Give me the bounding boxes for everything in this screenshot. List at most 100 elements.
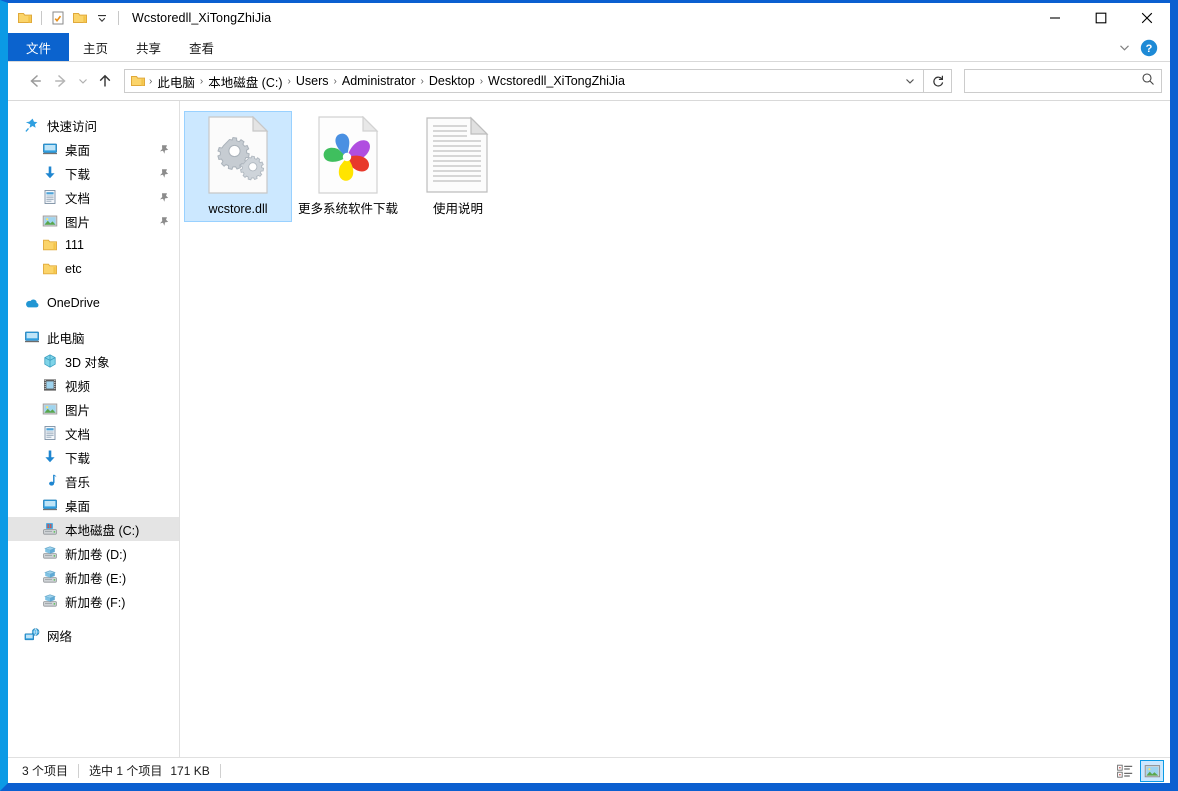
sidebar-item-volume-e[interactable]: 新加卷 (E:) [8, 565, 179, 589]
breadcrumb-item-desktop[interactable]: Desktop [425, 74, 479, 88]
breadcrumb-item-administrator[interactable]: Administrator [338, 74, 420, 88]
tab-share[interactable]: 共享 [122, 33, 175, 61]
tab-view[interactable]: 查看 [175, 33, 228, 61]
sidebar-item-pictures[interactable]: 图片 [8, 209, 179, 233]
address-bar[interactable]: › 此电脑 › 本地磁盘 (C:) › Users › Administrato… [124, 69, 924, 93]
sidebar-group-onedrive[interactable]: OneDrive [8, 291, 179, 315]
pin-icon[interactable] [157, 168, 171, 179]
sidebar-group-this-pc[interactable]: 此电脑 [8, 325, 179, 349]
refresh-button[interactable] [924, 69, 952, 93]
large-icons-view-icon[interactable] [1140, 760, 1164, 782]
window-title: Wcstoredll_XiTongZhiJia [132, 11, 272, 25]
pin-icon[interactable] [157, 144, 171, 155]
tab-file[interactable]: 文件 [8, 33, 70, 61]
sidebar-item-label: etc [65, 262, 82, 276]
network-icon [24, 627, 40, 643]
sidebar-item-pictures-pc[interactable]: 图片 [8, 397, 179, 421]
breadcrumb-item-current-folder[interactable]: Wcstoredll_XiTongZhiJia [484, 74, 629, 88]
file-item-readme[interactable]: 使用说明 [404, 111, 512, 222]
desktop-icon [42, 141, 58, 157]
ribbon-tab-bar: 文件 主页 共享 查看 ? [8, 33, 1170, 62]
selection-size: 171 KB [170, 763, 210, 778]
sidebar-item-111[interactable]: 111 [8, 233, 179, 257]
pinwheel-shortcut-icon [308, 115, 388, 195]
explorer-window: Wcstoredll_XiTongZhiJia 文件 主页 共享 查看 ? › … [0, 0, 1178, 791]
drive-icon [42, 569, 58, 585]
sidebar-item-downloads[interactable]: 下载 [8, 161, 179, 185]
sidebar-item-local-disk-c[interactable]: 本地磁盘 (C:) [8, 517, 179, 541]
title-bar: Wcstoredll_XiTongZhiJia [8, 3, 1170, 33]
sidebar-item-3d-objects[interactable]: 3D 对象 [8, 349, 179, 373]
window-controls [1032, 3, 1170, 33]
breadcrumb-item-this-pc[interactable]: 此电脑 [153, 72, 199, 91]
forward-button[interactable] [48, 68, 74, 94]
navigation-pane[interactable]: 快速访问 桌面 下载 文档 图片 111 etc OneDrive 此电脑 3D… [8, 101, 180, 757]
quick-access-toolbar [8, 3, 124, 33]
tab-home[interactable]: 主页 [69, 33, 122, 61]
sidebar-item-label: 文档 [65, 191, 91, 206]
breadcrumb-item-local-disk[interactable]: 本地磁盘 (C:) [204, 72, 286, 91]
sidebar-item-documents-pc[interactable]: 文档 [8, 421, 179, 445]
view-mode-buttons [1113, 758, 1164, 784]
address-dropdown-chevron-icon[interactable] [897, 70, 923, 92]
qat-separator-1 [41, 11, 42, 25]
sidebar-item-label: 新加卷 (D:) [65, 547, 127, 562]
up-button[interactable] [92, 68, 118, 94]
sidebar-item-etc[interactable]: etc [8, 257, 179, 281]
expand-ribbon-chevron-icon[interactable] [1112, 36, 1136, 60]
file-name: 使用说明 [432, 202, 483, 216]
sidebar-item-desktop-pc[interactable]: 桌面 [8, 493, 179, 517]
sidebar-item-documents[interactable]: 文档 [8, 185, 179, 209]
pin-icon[interactable] [157, 192, 171, 203]
sidebar-item-volume-f[interactable]: 新加卷 (F:) [8, 589, 179, 613]
sidebar-item-downloads-pc[interactable]: 下载 [8, 445, 179, 469]
sidebar-group-label: OneDrive [47, 296, 100, 310]
search-box[interactable] [964, 69, 1162, 93]
folder-icon [42, 261, 58, 277]
breadcrumb: › 此电脑 › 本地磁盘 (C:) › Users › Administrato… [148, 72, 897, 91]
desktop-icon [42, 497, 58, 513]
sidebar-group-label: 网络 [47, 629, 73, 644]
breadcrumb-item-users[interactable]: Users [292, 74, 333, 88]
customize-qat-chevron-icon[interactable] [91, 7, 113, 29]
sidebar-item-music[interactable]: 音乐 [8, 469, 179, 493]
system-drive-icon [42, 521, 58, 537]
sidebar-group-label: 此电脑 [47, 331, 85, 346]
this-pc-icon [24, 329, 40, 345]
file-name: wcstore.dll [208, 202, 268, 216]
sidebar-item-label: 图片 [65, 403, 91, 418]
back-button[interactable] [22, 68, 48, 94]
maximize-button[interactable] [1078, 3, 1124, 33]
search-input[interactable] [973, 74, 1133, 88]
status-bar: 3 个项目 选中 1 个项目 171 KB [8, 757, 1170, 783]
sidebar-item-label: 图片 [65, 215, 91, 230]
pictures-icon [42, 213, 58, 229]
file-item-wcstore-dll[interactable]: wcstore.dll [184, 111, 292, 222]
documents-icon [42, 425, 58, 441]
folder-icon [42, 237, 58, 253]
sidebar-item-videos[interactable]: 视频 [8, 373, 179, 397]
file-item-more-software[interactable]: 更多系统软件下载 [294, 111, 402, 222]
minimize-button[interactable] [1032, 3, 1078, 33]
onedrive-cloud-icon [24, 295, 40, 311]
svg-text:?: ? [1146, 43, 1153, 55]
details-view-icon[interactable] [1113, 760, 1137, 782]
sidebar-item-volume-d[interactable]: 新加卷 (D:) [8, 541, 179, 565]
sidebar-group-quick-access[interactable]: 快速访问 [8, 113, 179, 137]
sidebar-item-desktop[interactable]: 桌面 [8, 137, 179, 161]
file-name: 更多系统软件下载 [298, 202, 399, 216]
close-button[interactable] [1124, 3, 1170, 33]
pin-icon[interactable] [157, 216, 171, 227]
properties-icon[interactable] [47, 7, 69, 29]
drive-icon [42, 593, 58, 609]
help-icon[interactable]: ? [1138, 37, 1160, 59]
new-folder-icon[interactable] [69, 7, 91, 29]
sidebar-group-network[interactable]: 网络 [8, 623, 179, 647]
3d-objects-icon [42, 353, 58, 369]
file-list-pane[interactable]: wcstore.dll 更多系统软件下载 使用说明 [180, 101, 1170, 757]
sidebar-item-label: 桌面 [65, 499, 91, 514]
drive-icon [42, 545, 58, 561]
sidebar-item-label: 文档 [65, 427, 91, 442]
recent-locations-chevron-icon[interactable] [74, 68, 92, 94]
